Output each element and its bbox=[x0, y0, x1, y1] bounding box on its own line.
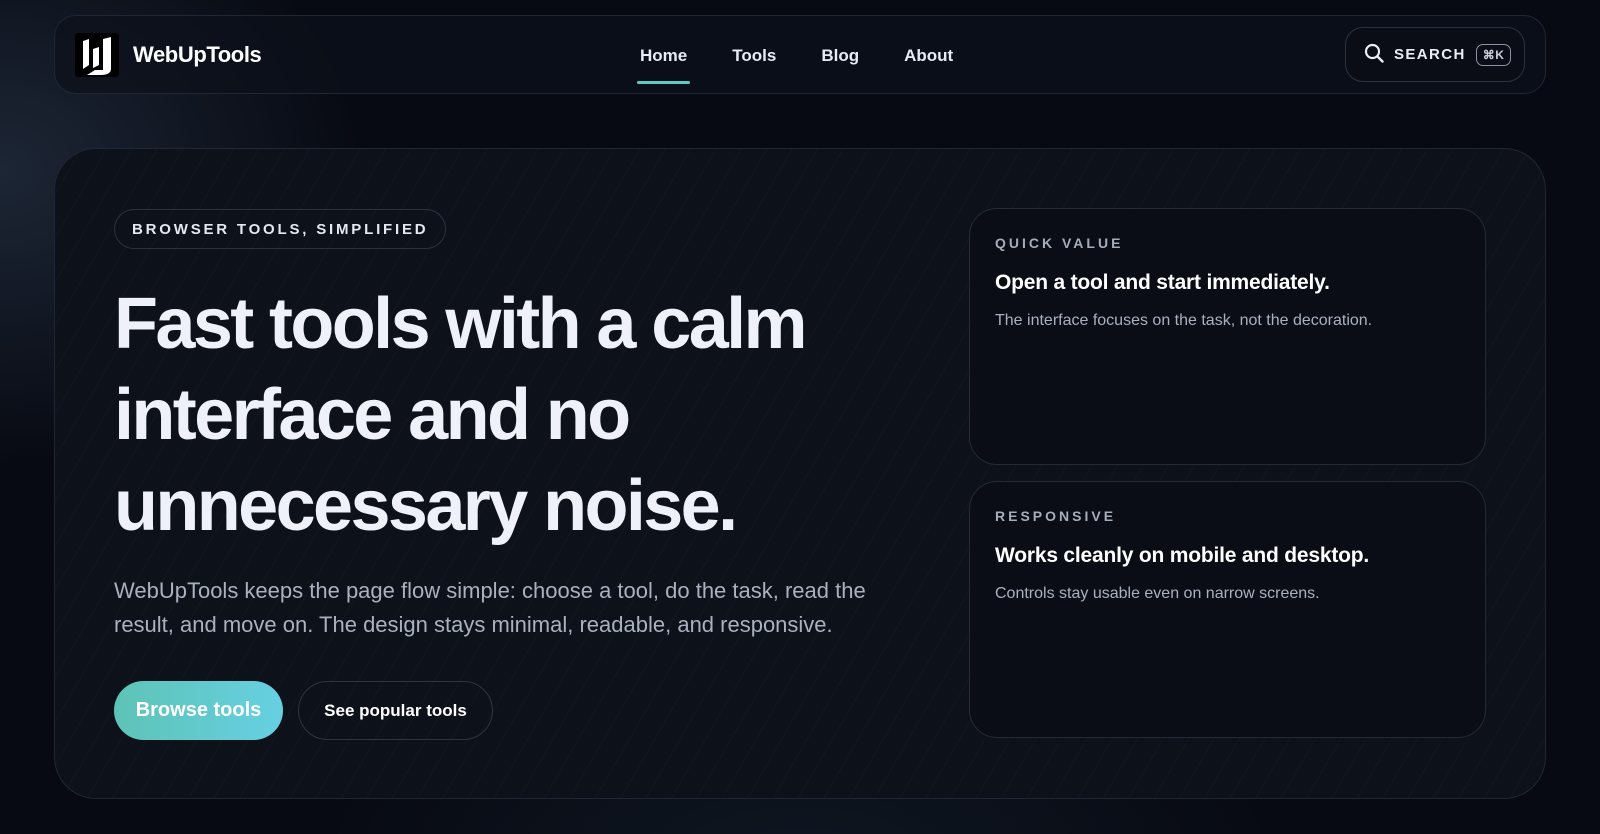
nav-home[interactable]: Home bbox=[636, 42, 691, 84]
search-icon bbox=[1364, 43, 1384, 66]
nav-tools[interactable]: Tools bbox=[732, 42, 776, 70]
hero-description: WebUpTools keeps the page flow simple: c… bbox=[114, 578, 866, 637]
keyboard-shortcut-badge: ⌘K bbox=[1475, 43, 1512, 66]
card-kicker: RESPONSIVE bbox=[995, 508, 1117, 524]
see-popular-tools-button[interactable]: See popular tools bbox=[298, 681, 493, 740]
logo-icon bbox=[75, 33, 119, 77]
browse-tools-button[interactable]: Browse tools bbox=[114, 681, 283, 740]
logo-link[interactable]: WebUpTools bbox=[75, 33, 262, 77]
site-header: WebUpTools Home Tools Blog About SEARCH … bbox=[54, 15, 1546, 94]
card-kicker: QUICK VALUE bbox=[995, 235, 1124, 251]
card-text: The interface focuses on the task, not t… bbox=[995, 312, 1373, 329]
main-nav: Home Tools Blog About bbox=[636, 16, 998, 95]
card-title: Open a tool and start immediately. bbox=[995, 271, 1330, 294]
feature-card-responsive: RESPONSIVE Works cleanly on mobile and d… bbox=[969, 481, 1486, 738]
card-text: Controls stay usable even on narrow scre… bbox=[995, 585, 1320, 602]
brand-name: WebUpTools bbox=[133, 42, 262, 67]
card-title: Works cleanly on mobile and desktop. bbox=[995, 544, 1369, 567]
hero-eyebrow-badge: BROWSER TOOLS, SIMPLIFIED bbox=[114, 209, 447, 249]
hero-title: Fast tools with a calm interface and no … bbox=[114, 284, 808, 546]
feature-card-quick-value: QUICK VALUE Open a tool and start immedi… bbox=[969, 208, 1486, 465]
hero-section: BROWSER TOOLS, SIMPLIFIED Fast tools wit… bbox=[54, 148, 1546, 799]
search-button[interactable]: SEARCH ⌘K bbox=[1345, 27, 1525, 82]
nav-blog[interactable]: Blog bbox=[821, 42, 859, 70]
nav-about[interactable]: About bbox=[904, 42, 953, 70]
search-label: SEARCH bbox=[1394, 46, 1466, 63]
